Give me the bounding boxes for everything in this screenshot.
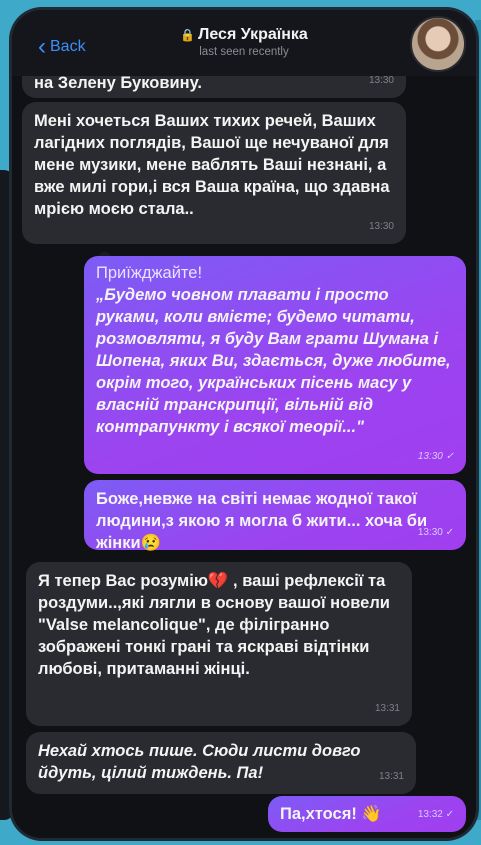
avatar[interactable]: [410, 16, 466, 72]
message-text: Нехай хтось пише. Сюди листи довго йдуть…: [38, 742, 361, 782]
contact-name: Леся Українка: [198, 26, 308, 43]
message-bubble[interactable]: Па,хтося! 👋 13:32 ✓: [268, 796, 466, 832]
message-time: 13:30: [368, 221, 394, 232]
message-text: Я тепер Вас розумію💔 , ваші рефлексії та…: [38, 572, 390, 678]
last-seen-status: last seen recently: [199, 46, 289, 58]
chat-title-area[interactable]: 🔒 Леся Українка last seen recently: [12, 26, 476, 58]
message-bubble[interactable]: Мені хочеться Ваших тихих речей, Ваших л…: [22, 102, 406, 244]
message-bubble[interactable]: Нехай хтось пише. Сюди листи довго йдуть…: [26, 732, 416, 794]
lock-icon: 🔒: [180, 28, 196, 42]
message-time: 13:31: [374, 703, 400, 714]
message-time: 13:32 ✓: [417, 809, 454, 820]
chat-header: ‹ Back 🔒 Леся Українка last seen recently: [12, 10, 476, 76]
chat-title: 🔒 Леся Українка: [12, 26, 476, 44]
message-text: Па,хтося! 👋: [280, 805, 382, 823]
message-heading: Приїжджайте!: [96, 264, 203, 282]
message-text: на Зелену Буковину.: [34, 74, 202, 92]
message-time: 13:30 ✓: [417, 527, 454, 538]
message-time: 13:30 ✓: [417, 451, 454, 462]
message-bubble[interactable]: Боже,невже на світі немає жодної такої л…: [84, 480, 466, 552]
message-text: Мені хочеться Ваших тихих речей, Ваших л…: [34, 112, 390, 218]
message-text: „Будемо човном плавати і просто руками, …: [96, 286, 451, 436]
phone-frame: ‹ Back 🔒 Леся Українка last seen recently…: [12, 10, 476, 838]
message-bubble[interactable]: Я тепер Вас розумію💔 , ваші рефлексії та…: [26, 562, 412, 726]
message-bubble[interactable]: Приїжджайте! „Будемо човном плавати і пр…: [84, 256, 466, 474]
message-time: 13:31: [378, 771, 404, 782]
message-text: Боже,невже на світі немає жодної такої л…: [96, 490, 428, 552]
